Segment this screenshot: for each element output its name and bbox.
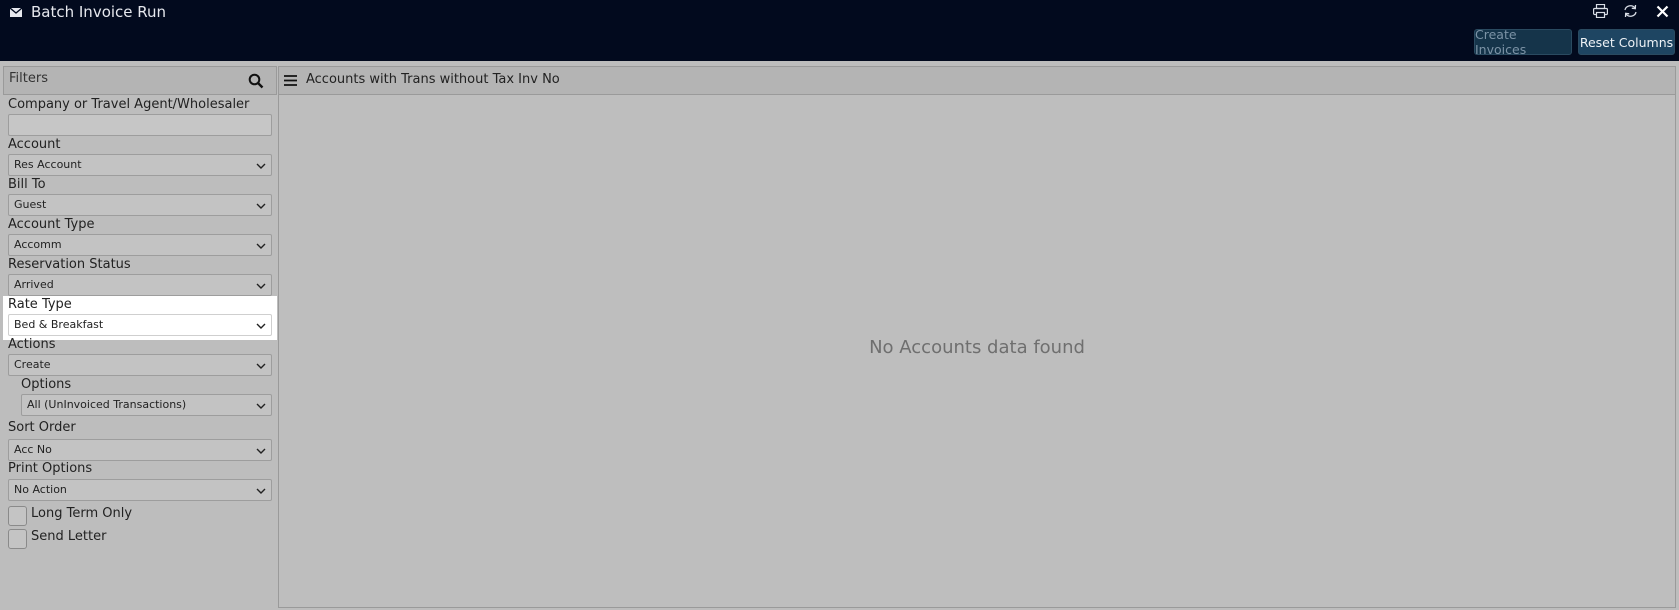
create-invoices-button[interactable]: Create Invoices (1474, 27, 1572, 57)
filters-panel: Filters Company or Travel Agent/Wholesal… (3, 66, 277, 610)
actions-value: Create (14, 358, 51, 371)
print-options-label: Print Options (8, 461, 93, 476)
sort-order-select[interactable]: Acc No (8, 439, 272, 461)
filters-header: Filters (3, 66, 277, 95)
menu-icon[interactable] (284, 75, 297, 86)
empty-message: No Accounts data found (869, 337, 1085, 358)
account-type-label: Account Type (8, 217, 95, 232)
sort-order-value: Acc No (14, 443, 52, 456)
chevron-down-icon (256, 403, 266, 409)
options-label: Options (21, 377, 72, 392)
reservation-status-label: Reservation Status (8, 257, 131, 272)
print-icon[interactable] (1591, 2, 1609, 20)
chevron-down-icon (256, 163, 266, 169)
filters-title: Filters (9, 71, 48, 86)
rate-type-value: Bed & Breakfast (14, 318, 104, 331)
account-type-select[interactable]: Accomm (8, 234, 272, 256)
chevron-down-icon (256, 488, 266, 494)
account-value: Res Account (14, 158, 82, 171)
long-term-only-checkbox[interactable] (8, 506, 27, 526)
close-icon[interactable] (1653, 2, 1671, 20)
chevron-down-icon (256, 203, 266, 209)
account-select[interactable]: Res Account (8, 154, 272, 176)
print-options-select[interactable]: No Action (8, 479, 272, 501)
reservation-status-select[interactable]: Arrived (8, 274, 272, 296)
company-field[interactable] (8, 114, 272, 136)
bill-to-select[interactable]: Guest (8, 194, 272, 216)
print-options-value: No Action (14, 483, 67, 496)
long-term-only-label: Long Term Only (31, 506, 133, 521)
actions-select[interactable]: Create (8, 354, 272, 376)
window-title: Batch Invoice Run (31, 3, 167, 21)
account-label: Account (8, 137, 61, 152)
rate-type-row: Rate Type Bed & Breakfast (3, 296, 277, 340)
bill-to-label: Bill To (8, 177, 46, 192)
grid-header: Accounts with Trans without Tax Inv No (279, 67, 1675, 95)
search-icon[interactable] (248, 73, 264, 89)
refresh-icon[interactable] (1621, 2, 1639, 20)
chevron-down-icon (256, 448, 266, 454)
chevron-down-icon (256, 363, 266, 369)
send-letter-label: Send Letter (31, 529, 107, 544)
envelope-icon (10, 8, 22, 17)
grid-title: Accounts with Trans without Tax Inv No (306, 72, 560, 87)
bill-to-value: Guest (14, 198, 47, 211)
actions-label: Actions (8, 337, 56, 352)
options-value: All (UnInvoiced Transactions) (27, 398, 187, 411)
send-letter-checkbox[interactable] (8, 529, 27, 549)
accounts-grid: Accounts with Trans without Tax Inv No N… (278, 66, 1676, 608)
chevron-down-icon (256, 323, 266, 329)
title-bar: Batch Invoice Run Create Invoices Reset … (0, 0, 1679, 61)
chevron-down-icon (256, 283, 266, 289)
sort-order-label: Sort Order (8, 420, 76, 435)
account-type-value: Accomm (14, 238, 62, 251)
company-label: Company or Travel Agent/Wholesaler (8, 97, 250, 112)
rate-type-label: Rate Type (8, 297, 72, 312)
reservation-status-value: Arrived (14, 278, 54, 291)
reset-columns-button[interactable]: Reset Columns (1578, 29, 1675, 55)
rate-type-select[interactable]: Bed & Breakfast (8, 314, 272, 336)
options-select[interactable]: All (UnInvoiced Transactions) (21, 394, 272, 416)
chevron-down-icon (256, 243, 266, 249)
